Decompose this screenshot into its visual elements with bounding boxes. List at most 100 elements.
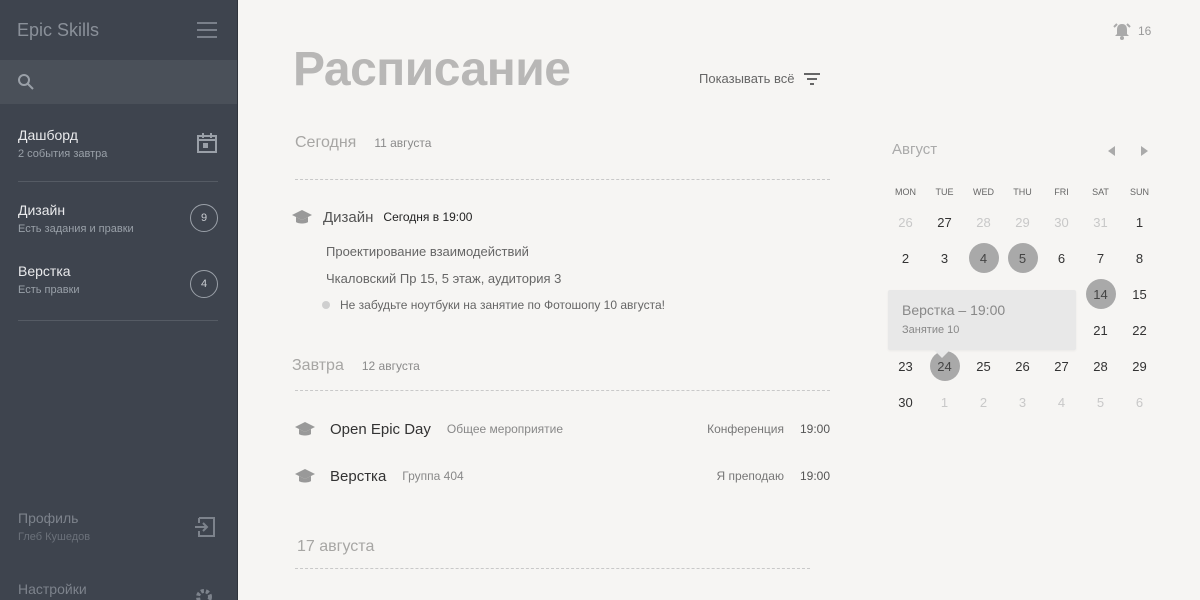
gear-icon [196, 589, 212, 600]
calendar-day[interactable]: 8 [1125, 243, 1155, 273]
calendar-day[interactable]: 3 [1008, 387, 1038, 417]
calendar-day[interactable]: 28 [1086, 351, 1116, 381]
filter-button[interactable]: Показывать всё [699, 71, 821, 86]
sidebar-item-design[interactable]: Дизайн Есть задания и правки 9 [18, 202, 218, 235]
calendar-day[interactable]: 3 [930, 243, 960, 273]
event-time: 19:00 [799, 422, 830, 436]
graduation-cap-icon [295, 469, 315, 483]
prev-month-arrow-icon[interactable] [1108, 146, 1115, 156]
calendar-day[interactable]: 26 [891, 207, 921, 237]
sidebar-item-label: Дашборд [18, 127, 78, 143]
sidebar-item-settings[interactable]: Настройки [18, 581, 218, 600]
sidebar-item-profile[interactable]: Профиль Глеб Кушедов [18, 510, 218, 543]
bullet-icon [322, 301, 330, 309]
next-month-arrow-icon[interactable] [1141, 146, 1148, 156]
calendar-day[interactable]: 31 [1086, 207, 1116, 237]
section-date: 12 августа [361, 359, 420, 373]
list-item[interactable]: Open Epic Day Общее мероприятие Конферен… [294, 417, 830, 441]
graduation-cap-icon [292, 210, 312, 224]
calendar-day[interactable]: 30 [1047, 207, 1077, 237]
page-title: Расписание [293, 43, 571, 96]
section-date: 11 августа [374, 136, 432, 150]
calendar-month: Август [892, 141, 938, 158]
notification-count: 16 [1138, 24, 1152, 38]
list-item[interactable]: Верстка Группа 404 Я преподаю 19:00 [294, 464, 830, 488]
graduation-cap-icon [295, 422, 315, 436]
calendar-day[interactable]: 23 [891, 351, 921, 381]
event-note: Не забудьте ноутбуки на занятие по Фотош… [322, 298, 665, 312]
tooltip-sub: Занятие 10 [902, 324, 960, 336]
event-name: Дизайн [323, 208, 374, 226]
alarm-icon [1113, 23, 1131, 40]
calendar-day-event[interactable]: 5 [1007, 243, 1038, 273]
sidebar-item-sub: Глеб Кушедов [18, 531, 91, 543]
sidebar-item-label: Настройки [18, 581, 87, 597]
count-badge: 4 [190, 270, 218, 298]
divider [295, 568, 810, 569]
section-label: Сегодня [295, 134, 357, 151]
calendar-day[interactable]: 2 [969, 387, 999, 417]
calendar-day[interactable]: 6 [1047, 243, 1077, 273]
weekday-label: SAT [1092, 187, 1109, 197]
menu-icon[interactable] [197, 22, 217, 38]
sidebar-header: Epic Skills [0, 0, 237, 60]
section-label: 17 августа [297, 538, 375, 555]
calendar-day[interactable]: 28 [969, 207, 999, 237]
event-category: Я преподаю [716, 469, 784, 483]
sidebar: Epic Skills Дашборд 2 события завтра Диз… [0, 0, 238, 600]
calendar-day[interactable]: 2 [891, 243, 921, 273]
calendar-day-event[interactable]: 14 [1085, 279, 1116, 309]
section-label: Завтра [292, 357, 344, 374]
calendar-week-row: 23 24 25 26 27 28 29 [886, 348, 1158, 384]
calendar-week-row: 30 1 2 3 4 5 6 [886, 384, 1158, 420]
calendar-day[interactable]: 29 [1008, 207, 1038, 237]
count-badge: 9 [190, 204, 218, 232]
calendar-icon [197, 133, 217, 153]
calendar-day[interactable]: 21 [1086, 315, 1116, 345]
event-time: Сегодня в 19:00 [383, 210, 473, 224]
logout-icon[interactable] [194, 516, 216, 538]
filter-label: Показывать всё [699, 71, 795, 86]
filter-icon [804, 72, 821, 85]
calendar-day[interactable]: 26 [1008, 351, 1038, 381]
calendar-day[interactable]: 1 [930, 387, 960, 417]
calendar-day[interactable]: 4 [1047, 387, 1077, 417]
sidebar-item-layout[interactable]: Верстка Есть правки 4 [18, 263, 218, 298]
event-location: Чкаловский Пр 15, 5 этаж, аудитория 3 [326, 271, 562, 286]
calendar-day-event[interactable]: 4 [968, 243, 999, 273]
search-input[interactable] [0, 60, 237, 104]
event-title[interactable]: Дизайн Сегодня в 19:00 [291, 208, 472, 226]
calendar-day[interactable]: 1 [1125, 207, 1155, 237]
event-name: Верстка [330, 467, 387, 485]
tooltip-title: Верстка – 19:00 [902, 302, 1006, 318]
calendar-day[interactable]: 22 [1125, 315, 1155, 345]
event-type: Группа 404 [402, 469, 464, 483]
sidebar-item-sub: 2 события завтра [18, 148, 108, 160]
calendar-day[interactable]: 6 [1125, 387, 1155, 417]
sidebar-item-sub: Есть задания и правки [18, 223, 134, 235]
calendar-day[interactable]: 25 [969, 351, 999, 381]
event-note-text: Не забудьте ноутбуки на занятие по Фотош… [340, 298, 665, 312]
calendar-day[interactable]: 5 [1086, 387, 1116, 417]
sidebar-item-label: Профиль [18, 510, 79, 526]
sidebar-item-label: Верстка [18, 263, 71, 279]
calendar-day[interactable]: 7 [1086, 243, 1116, 273]
event-tooltip: Верстка – 19:00 Занятие 10 [888, 290, 1076, 358]
weekday-label: WED [973, 187, 994, 197]
event-time: 19:00 [799, 469, 830, 483]
calendar-day[interactable]: 15 [1125, 279, 1155, 309]
calendar-day[interactable]: 30 [891, 387, 921, 417]
calendar-day[interactable]: 27 [930, 207, 960, 237]
sidebar-item-label: Дизайн [18, 202, 66, 218]
calendar-day[interactable]: 27 [1047, 351, 1077, 381]
weekday-label: THU [1013, 187, 1032, 197]
section-today: Сегодня 11 августа [295, 134, 431, 152]
notifications[interactable]: 16 [1112, 22, 1151, 40]
divider [18, 181, 218, 182]
calendar-weekdays: MON TUE WED THU FRI SAT SUN [886, 180, 1158, 204]
search-icon [18, 74, 34, 90]
divider [18, 320, 218, 321]
sidebar-item-dashboard[interactable]: Дашборд 2 события завтра [18, 127, 218, 160]
event-name: Open Epic Day [330, 420, 431, 438]
calendar-day[interactable]: 29 [1125, 351, 1155, 381]
